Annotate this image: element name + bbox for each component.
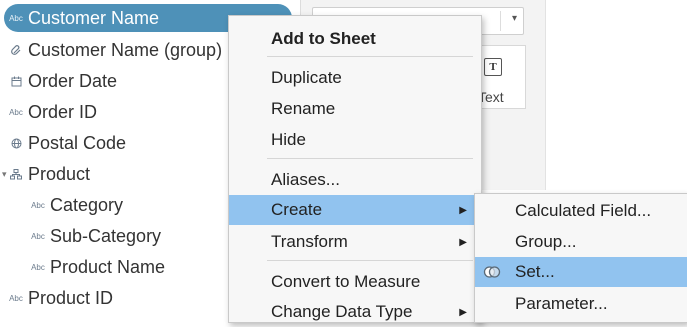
field-customer-name-group[interactable]: Customer Name (group): [4, 36, 222, 64]
menu-item-rename[interactable]: Rename: [229, 94, 481, 124]
field-label: Order ID: [28, 101, 98, 122]
submenu-item-label: Parameter...: [515, 294, 608, 313]
menu-item-aliases[interactable]: Aliases...: [229, 165, 481, 195]
view-area: [545, 0, 687, 190]
menu-separator: [267, 56, 473, 57]
chevron-down-icon[interactable]: ▾: [512, 13, 517, 24]
calendar-icon: [4, 76, 28, 87]
menu-item-label: Add to Sheet: [271, 29, 376, 48]
menu-item-label: Create: [271, 200, 323, 219]
dropdown-divider: [500, 11, 501, 31]
field-label: Order Date: [28, 70, 118, 91]
submenu-arrow-icon: ▶: [459, 306, 467, 318]
globe-icon: [4, 138, 28, 149]
field-label: Product Name: [50, 256, 166, 277]
field-label: Customer Name: [28, 7, 160, 28]
field-label: Product: [28, 163, 91, 184]
submenu-item-set[interactable]: Set...: [475, 257, 687, 287]
abc-string-icon: Abc: [31, 262, 45, 272]
submenu-arrow-icon: ▶: [459, 236, 467, 248]
field-sub-category[interactable]: Abc Sub-Category: [26, 222, 161, 250]
field-postal-code[interactable]: Postal Code: [4, 129, 126, 157]
menu-item-change-data-type[interactable]: Change Data Type ▶: [229, 297, 481, 327]
abc-string-icon: Abc: [31, 200, 45, 210]
menu-item-label: Hide: [271, 130, 306, 149]
hierarchy-icon: [4, 168, 28, 180]
menu-item-label: Convert to Measure: [271, 272, 421, 291]
menu-item-duplicate[interactable]: Duplicate: [229, 63, 481, 93]
menu-item-create[interactable]: Create ▶: [229, 195, 481, 225]
menu-item-transform[interactable]: Transform ▶: [229, 227, 481, 257]
field-order-id[interactable]: Abc Order ID: [4, 98, 97, 126]
text-icon: T: [484, 58, 502, 76]
field-label: Sub-Category: [50, 225, 162, 246]
set-icon: [483, 264, 501, 285]
menu-separator: [267, 158, 473, 159]
submenu-item-label: Group...: [515, 232, 577, 251]
menu-item-label: Rename: [271, 99, 336, 118]
submenu-item-label: Set...: [515, 262, 555, 281]
abc-string-icon: Abc: [31, 231, 45, 241]
abc-string-icon: Abc: [9, 13, 23, 23]
menu-item-label: Transform: [271, 232, 348, 251]
field-category[interactable]: Abc Category: [26, 191, 123, 219]
chevron-down-icon[interactable]: ▾: [2, 169, 7, 180]
field-product-id[interactable]: Abc Product ID: [4, 284, 113, 312]
field-product-name[interactable]: Abc Product Name: [26, 253, 165, 281]
field-product[interactable]: ▾ Product: [2, 160, 91, 188]
field-label: Postal Code: [28, 132, 127, 153]
abc-string-icon: Abc: [9, 293, 23, 303]
submenu-item-calculated-field[interactable]: Calculated Field...: [475, 196, 687, 226]
menu-item-label: Duplicate: [271, 68, 342, 87]
menu-item-convert-to-measure[interactable]: Convert to Measure: [229, 267, 481, 297]
create-submenu: Calculated Field... Group... Set... Para…: [474, 193, 687, 323]
menu-separator: [267, 260, 473, 261]
field-label: Category: [50, 194, 124, 215]
menu-item-hide[interactable]: Hide: [229, 125, 481, 155]
abc-string-icon: Abc: [9, 107, 23, 117]
submenu-item-parameter[interactable]: Parameter...: [475, 289, 687, 319]
submenu-item-label: Calculated Field...: [515, 201, 652, 220]
field-label: Customer Name (group): [28, 39, 223, 60]
submenu-arrow-icon: ▶: [459, 204, 467, 216]
field-label: Product ID: [28, 287, 114, 308]
paperclip-group-icon: [4, 44, 28, 56]
submenu-item-group[interactable]: Group...: [475, 227, 687, 257]
menu-item-add-to-sheet[interactable]: Add to Sheet: [229, 24, 481, 54]
field-order-date[interactable]: Order Date: [4, 67, 117, 95]
field-context-menu: Add to Sheet Duplicate Rename Hide Alias…: [228, 15, 482, 323]
menu-item-label: Aliases...: [271, 170, 340, 189]
menu-item-label: Change Data Type: [271, 302, 413, 321]
